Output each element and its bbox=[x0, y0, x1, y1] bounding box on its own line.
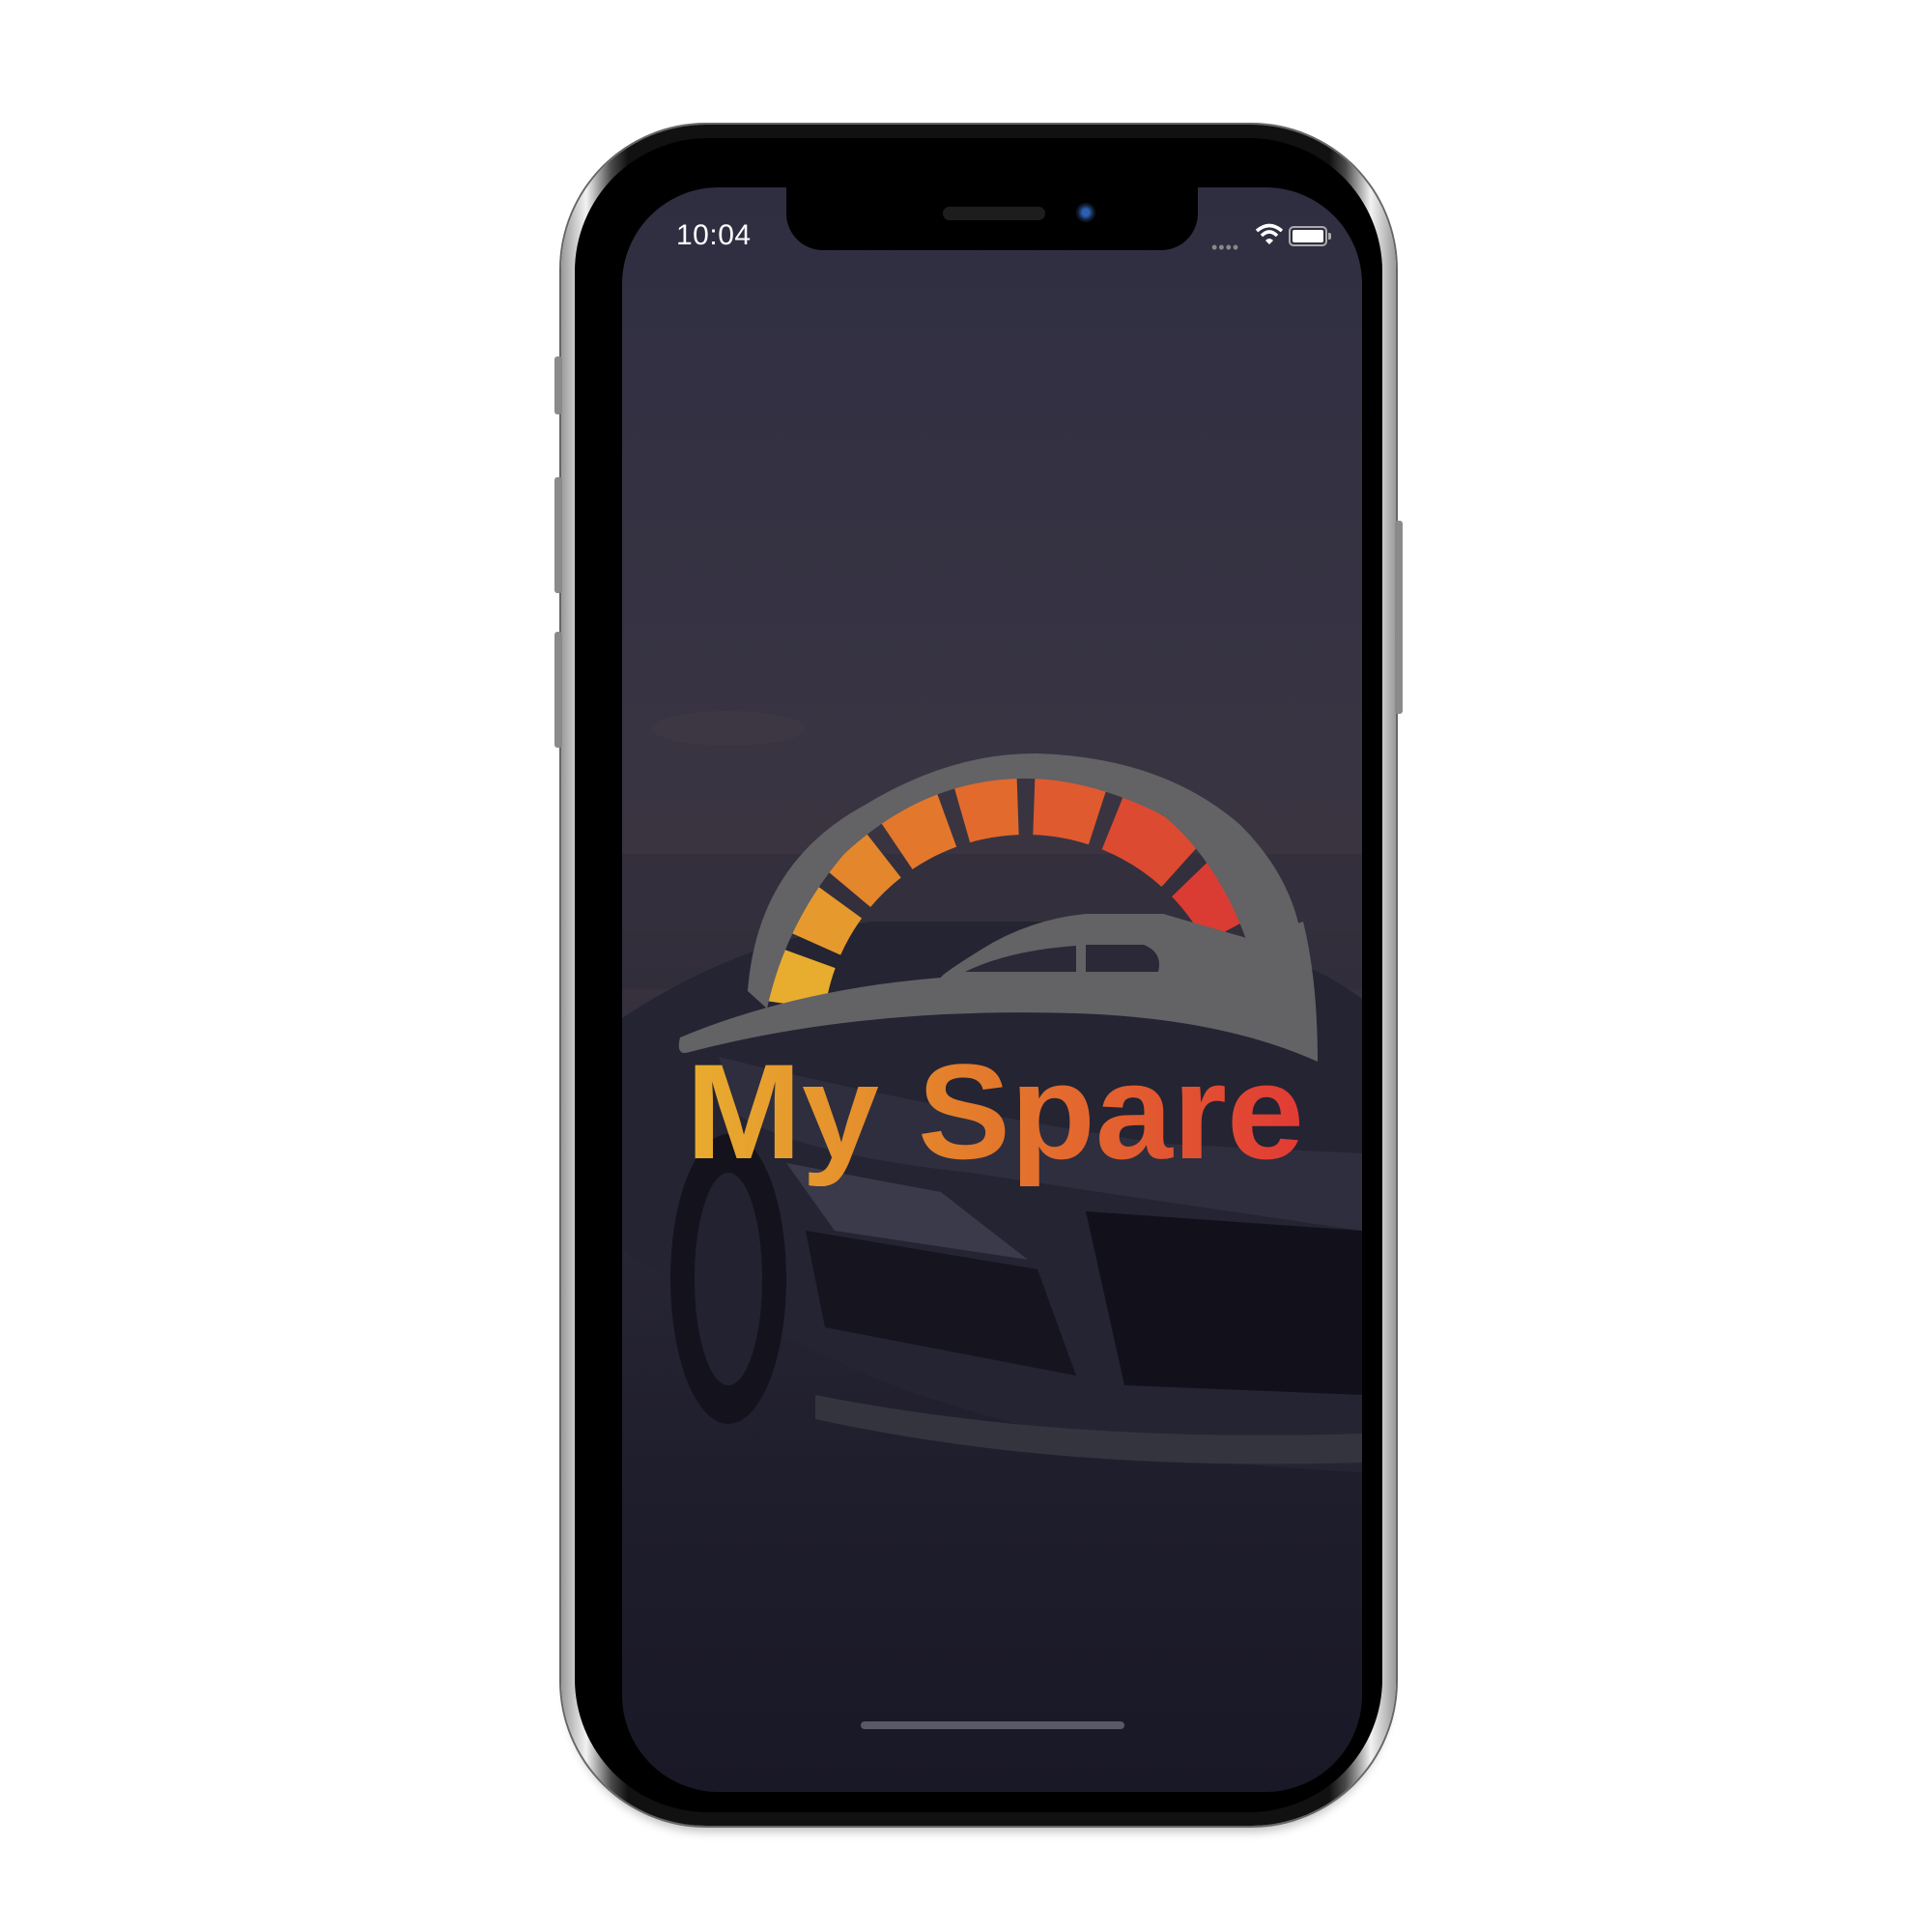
bezel: 10:04 •••• My Spare bbox=[575, 138, 1382, 1812]
power-button bbox=[1395, 521, 1403, 714]
splash-screen: 10:04 •••• My Spare bbox=[622, 187, 1362, 1792]
gauge-segment bbox=[953, 777, 1019, 843]
mute-switch bbox=[554, 356, 562, 414]
logo-text: My Spare bbox=[686, 1036, 1304, 1187]
volume-down-button bbox=[554, 632, 562, 748]
volume-up-button bbox=[554, 477, 562, 593]
home-indicator[interactable] bbox=[861, 1721, 1124, 1729]
speedometer-car-icon: My Spare bbox=[678, 753, 1318, 1187]
phone-frame: 10:04 •••• My Spare bbox=[554, 125, 1403, 1826]
